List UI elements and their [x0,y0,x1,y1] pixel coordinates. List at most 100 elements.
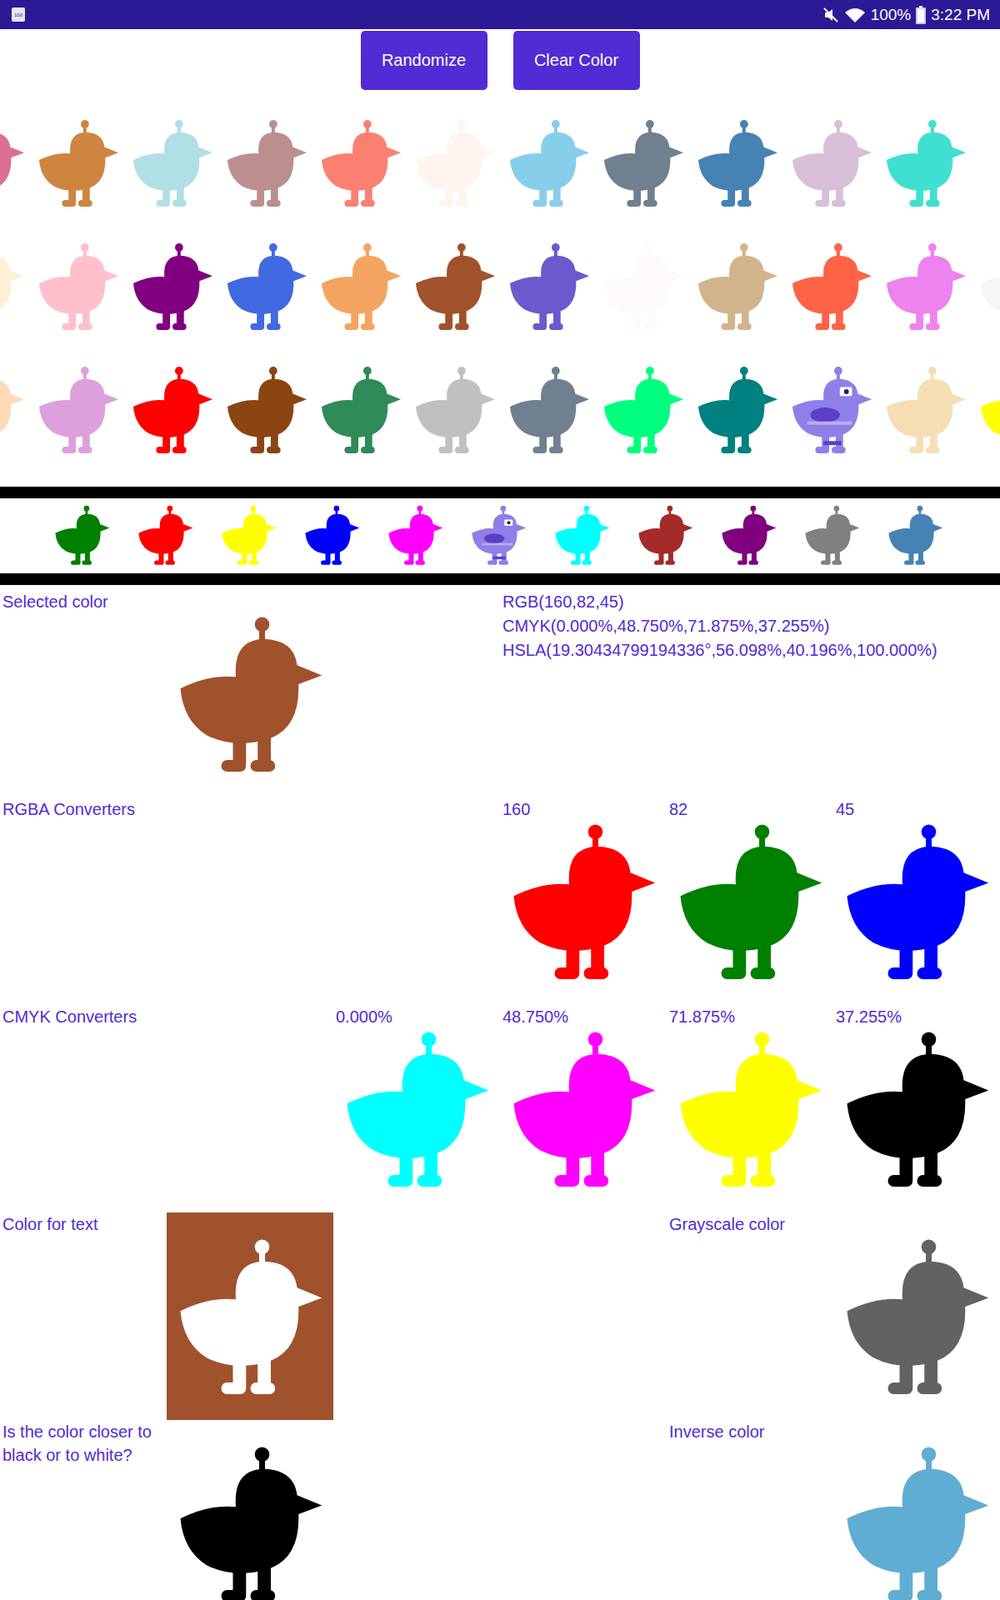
text-color-bird [177,1236,324,1400]
status-bar: 100 100% 3:22 PM [0,0,1000,30]
palette-row [0,240,1000,335]
color-swatch[interactable] [37,240,120,335]
channel-bird [844,821,990,985]
text-color-section: Color for text Grayscale color [0,1212,1000,1420]
cmyk-section: CMYK Converters 0.000% 48.750% 71.875% 3… [0,1005,1000,1213]
color-swatch[interactable] [885,117,967,211]
readout: RGB(160,82,45) [500,590,1000,615]
recent-swatch[interactable] [387,505,444,567]
recent-swatch[interactable] [304,505,360,567]
color-palette [0,117,1000,458]
color-swatch[interactable] [37,117,120,211]
channel-value: 0.000% [333,1005,500,1030]
color-swatch[interactable] [508,240,590,335]
channel-bird [677,1029,824,1193]
recent-colors [0,498,1000,574]
contrast-section: Is the color closer to black or to white… [0,1420,1000,1600]
channel-bird [510,1029,657,1193]
color-readouts: RGB(160,82,45)CMYK(0.000%,48.750%,71.875… [500,590,1000,798]
divider [0,573,1000,585]
recent-swatch[interactable] [137,505,194,567]
section-label: CMYK Converters [0,1005,167,1030]
color-swatch[interactable] [0,117,25,211]
color-swatch[interactable] [885,364,967,458]
color-swatch[interactable] [790,240,873,335]
color-swatch[interactable] [131,364,214,458]
text-color-preview [166,1212,334,1420]
contrast-bird [177,1444,324,1600]
mute-icon [822,6,840,24]
channel-bird [844,1029,990,1193]
battery-percent: 100% [870,5,912,25]
grayscale-bird [844,1236,990,1400]
section-label: Inverse color [666,1420,834,1445]
color-swatch[interactable] [320,240,402,335]
recent-swatch[interactable] [804,505,860,567]
recent-swatch[interactable] [720,505,777,567]
recent-swatch[interactable] [554,505,610,567]
readout: HSLA(19.30434799194336°,56.098%,40.196%,… [500,638,1000,663]
channel-value: 37.255% [833,1005,1000,1030]
channel-bird [344,1029,490,1193]
color-app: 100 100% 3:22 PM Randomize Clear Color Se… [0,0,1000,1600]
action-button[interactable]: Randomize [360,30,488,90]
color-swatch[interactable] [508,364,590,458]
button-bar: Randomize Clear Color [0,29,1000,90]
channel-value: 71.875% [666,1005,834,1030]
color-swatch[interactable] [0,364,25,458]
color-swatch[interactable] [885,240,967,335]
selected-bird [177,614,324,778]
selected-section: Selected color RGB(160,82,45)CMYK(0.000%… [0,590,1000,798]
color-swatch[interactable] [979,364,1000,458]
section-label: RGBA Converters [0,797,167,822]
action-button[interactable]: Clear Color [513,30,640,90]
battery-icon [915,5,926,25]
color-swatch[interactable] [320,364,402,458]
inverse-bird [844,1444,990,1600]
recent-swatch[interactable] [637,505,694,567]
color-swatch[interactable] [602,117,685,211]
color-swatch[interactable] [320,117,402,211]
color-details: Selected color RGB(160,82,45)CMYK(0.000%… [0,590,1000,1600]
color-swatch[interactable] [602,240,685,335]
color-swatch[interactable] [696,364,779,458]
section-label: Grayscale color [666,1212,834,1237]
channel-value: 82 [666,797,834,822]
color-swatch[interactable] [414,117,496,211]
color-swatch[interactable] [602,364,685,458]
color-swatch[interactable] [225,364,308,458]
rgba-section: RGBA Converters 160 82 45 [0,797,1000,1005]
color-swatch[interactable] [37,364,120,458]
color-swatch[interactable] [225,117,308,211]
color-swatch[interactable] [414,240,496,335]
wifi-icon [844,6,866,24]
section-label: Selected color [0,590,167,615]
color-swatch[interactable] [790,117,873,211]
channel-value: 48.750% [500,1005,667,1030]
palette-row [0,117,1000,211]
clock: 3:22 PM [930,5,990,25]
color-swatch[interactable] [696,240,779,335]
color-swatch[interactable] [414,364,496,458]
palette-row [0,364,1000,458]
channel-value: 45 [833,797,1000,822]
recent-swatch[interactable] [887,505,944,567]
color-swatch[interactable] [508,117,590,211]
color-swatch[interactable] [225,240,308,335]
section-label: Is the color closer to black or to white… [0,1420,167,1467]
battery-saver-badge: 100 [11,7,25,22]
channel-value: 160 [500,797,667,822]
color-swatch[interactable] [0,240,25,335]
color-swatch[interactable] [696,117,779,211]
readout: CMYK(0.000%,48.750%,71.875%,37.255%) [500,614,1000,639]
color-swatch[interactable] [979,240,1000,335]
channel-bird [677,821,824,985]
color-swatch[interactable] [790,364,873,458]
section-label: Color for text [0,1212,167,1237]
recent-swatch[interactable] [470,505,527,567]
color-swatch[interactable] [131,240,214,335]
divider [0,486,1000,499]
recent-swatch[interactable] [220,505,277,567]
recent-swatch[interactable] [54,505,110,567]
color-swatch[interactable] [131,117,214,211]
